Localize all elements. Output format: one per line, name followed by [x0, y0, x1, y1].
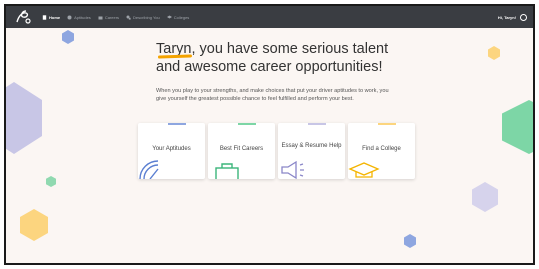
- decorative-hexagon-green-large: [502, 100, 533, 154]
- aptitudes-icon: [67, 15, 72, 19]
- nav-aptitudes[interactable]: Aptitudes: [67, 15, 91, 20]
- main-nav: Home Aptitudes Careers Describing You Co…: [42, 15, 189, 20]
- colleges-icon: [166, 15, 172, 18]
- card-accent: [168, 123, 186, 125]
- nav-describing-you-label: Describing You: [133, 14, 160, 20]
- card-accent: [308, 123, 326, 125]
- user-avatar-icon[interactable]: [520, 13, 527, 21]
- nav-careers-label: Careers: [104, 14, 120, 20]
- nav-colleges-label: Colleges: [173, 14, 190, 20]
- decorative-hexagon-blue-small: [62, 30, 74, 44]
- hero-description: When you play to your strengths, and mak…: [156, 88, 389, 102]
- megaphone-icon: [281, 160, 304, 179]
- nav-describing-you[interactable]: Describing You: [126, 15, 160, 20]
- hero-title-line2: and awesome career opportunities!: [156, 59, 383, 75]
- card-label: Find a College: [362, 146, 401, 152]
- decorative-hexagon-yellow-small: [488, 46, 500, 60]
- card-label: Essay & Resume Help: [281, 143, 342, 149]
- decorative-hexagon-yellow-left: [20, 209, 48, 241]
- card-accent: [238, 123, 256, 125]
- nav-aptitudes-label: Aptitudes: [74, 14, 91, 20]
- card-find-a-college[interactable]: Find a College: [348, 123, 415, 179]
- gauge-icon: [139, 160, 159, 179]
- nav-colleges[interactable]: Colleges: [166, 14, 190, 20]
- card-label: Your Aptitudes: [152, 146, 191, 152]
- hero-title-line1: Taryn, you have some serious talent: [156, 41, 389, 57]
- app-window: Home Aptitudes Careers Describing You Co…: [4, 4, 535, 265]
- card-label: Best Fit Careers: [219, 146, 264, 152]
- card-accent: [378, 123, 396, 125]
- hero-title: Taryn, you have some serious talent and …: [156, 40, 416, 76]
- nav-careers[interactable]: Careers: [98, 15, 119, 20]
- decorative-hexagon-blue-bottom: [404, 234, 416, 248]
- user-greeting: Hi, Taryn!: [497, 14, 516, 20]
- nav-home-label: Home: [49, 14, 61, 20]
- briefcase-icon: [215, 163, 239, 179]
- top-nav-bar: Home Aptitudes Careers Describing You Co…: [6, 6, 533, 28]
- user-area[interactable]: Hi, Taryn!: [497, 13, 527, 21]
- document-icon: [42, 14, 47, 20]
- nav-home[interactable]: Home: [42, 15, 60, 20]
- card-row: Your Aptitudes Best Fit Careers Essay & …: [138, 123, 415, 179]
- app-logo-icon[interactable]: [12, 8, 34, 26]
- describing-icon: [126, 15, 131, 20]
- decorative-hexagon-green-small: [46, 176, 56, 187]
- card-best-fit-careers[interactable]: Best Fit Careers: [208, 123, 275, 179]
- careers-icon: [98, 16, 103, 19]
- decorative-hexagon-purple-large: [6, 82, 42, 154]
- graduation-cap-icon: [348, 162, 380, 178]
- card-essay-resume-help[interactable]: Essay & Resume Help: [278, 123, 345, 179]
- card-your-aptitudes[interactable]: Your Aptitudes: [138, 123, 205, 179]
- decorative-hexagon-purple-right: [472, 182, 498, 212]
